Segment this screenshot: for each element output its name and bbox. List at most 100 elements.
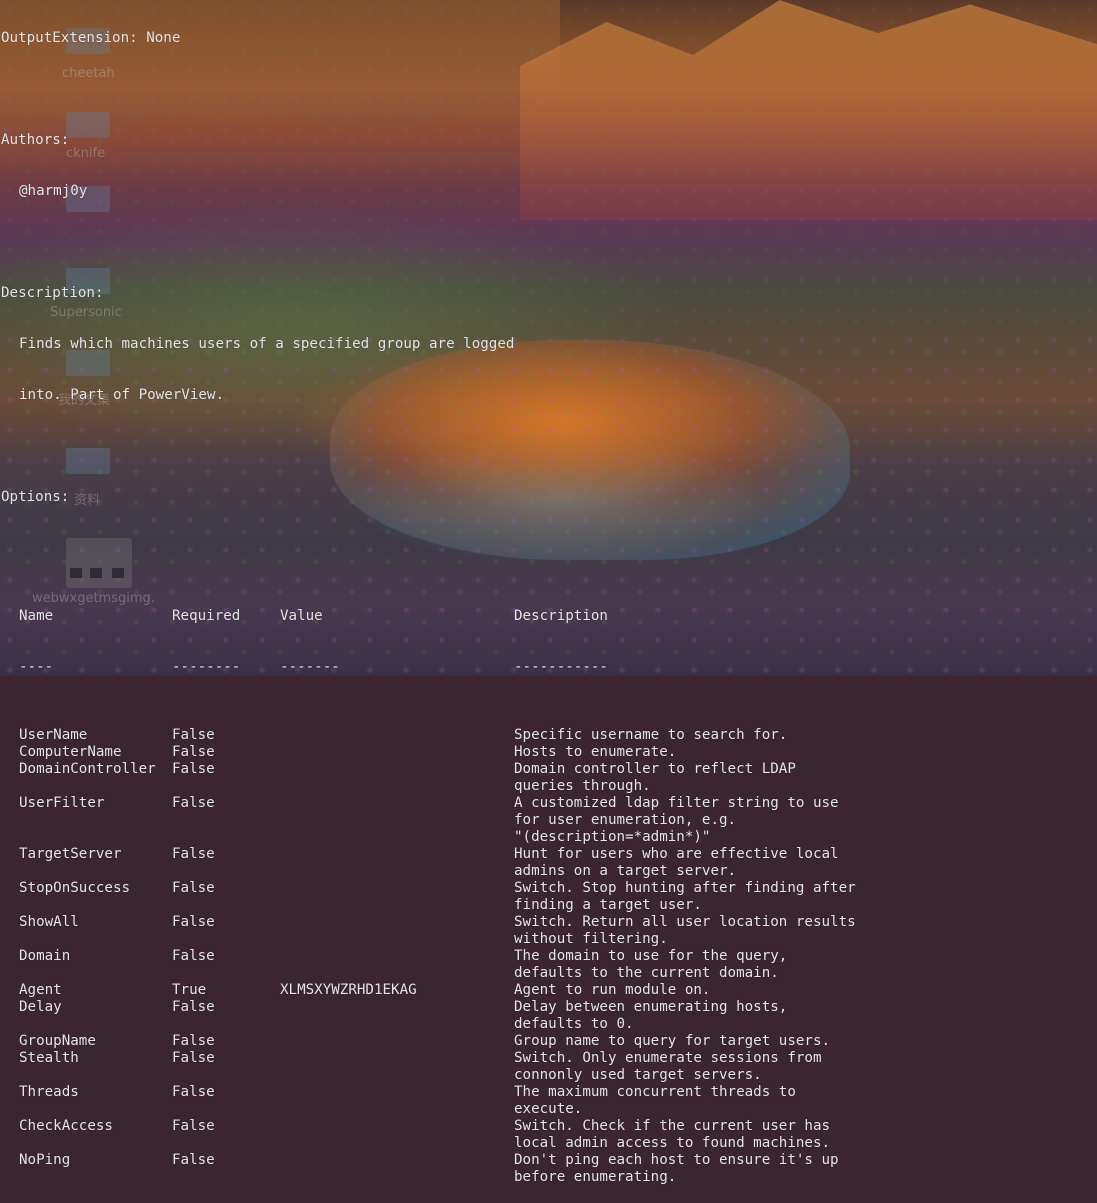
- option-row-computername: ComputerName False Hosts to enumerate.: [1, 744, 1097, 761]
- option-required: False: [172, 1152, 215, 1168]
- option-row-continuation: finding a target user.: [1, 897, 1097, 914]
- option-description: "(description=*admin*)": [514, 829, 711, 845]
- header-name: Name: [19, 608, 54, 624]
- option-description: Switch. Check if the current user has: [514, 1118, 831, 1134]
- option-description: A customized ldap filter string to use: [514, 795, 839, 811]
- option-description: admins on a target server.: [514, 863, 737, 879]
- option-value: XLMSXYWZRHD1EKAG: [280, 982, 417, 998]
- option-description: defaults to the current domain.: [514, 965, 779, 981]
- option-name: Stealth: [19, 1050, 79, 1066]
- option-row-continuation: queries through.: [1, 778, 1097, 795]
- option-row-line: Delay False Delay between enumerating host…: [1, 999, 1097, 1016]
- header-value: Value: [280, 608, 323, 624]
- option-description: Switch. Return all user location results: [514, 914, 856, 930]
- option-row-continuation: admins on a target server.: [1, 863, 1097, 880]
- option-required: False: [172, 880, 215, 896]
- option-row-continuation: for user enumeration, e.g.: [1, 812, 1097, 829]
- option-name: TargetServer: [19, 846, 122, 862]
- option-row-userfilter: UserFilter False A customized ldap filter …: [1, 795, 1097, 846]
- option-description: Don't ping each host to ensure it's up: [514, 1152, 839, 1168]
- option-name: NoPing: [19, 1152, 71, 1168]
- option-description: local admin access to found machines.: [514, 1135, 831, 1151]
- option-required: False: [172, 914, 215, 930]
- option-row-domaincontroller: DomainController False Domain controller t…: [1, 761, 1097, 795]
- option-required: False: [172, 999, 215, 1015]
- option-row-agent: Agent True XLMSXYWZRHD1EKAG Agent to run mo…: [1, 982, 1097, 999]
- underline-description: -----------: [514, 659, 608, 675]
- option-description: Delay between enumerating hosts,: [514, 999, 788, 1015]
- option-name: CheckAccess: [19, 1118, 113, 1134]
- option-row-checkaccess: CheckAccess False Switch. Check if the cur…: [1, 1118, 1097, 1152]
- option-row-domain: Domain False The domain to use for the que…: [1, 948, 1097, 982]
- option-name: Agent: [19, 982, 62, 998]
- description-line: into. Part of PowerView.: [19, 387, 224, 403]
- option-description: The maximum concurrent threads to: [514, 1084, 796, 1100]
- option-row-line: GroupName False Group name to query for ta…: [1, 1033, 1097, 1050]
- option-required: False: [172, 1033, 215, 1049]
- option-required: True: [172, 982, 207, 998]
- option-row-line: Threads False The maximum concurrent threa…: [1, 1084, 1097, 1101]
- option-description: Hunt for users who are effective local: [514, 846, 839, 862]
- option-row-line: TargetServer False Hunt for users who are …: [1, 846, 1097, 863]
- option-description: Domain controller to reflect LDAP: [514, 761, 796, 777]
- option-description: Agent to run module on.: [514, 982, 711, 998]
- option-row-delay: Delay False Delay between enumerating host…: [1, 999, 1097, 1033]
- option-row-continuation: defaults to 0.: [1, 1016, 1097, 1033]
- option-name: Domain: [19, 948, 71, 964]
- option-row-line: UserFilter False A customized ldap filter …: [1, 795, 1097, 812]
- description-line: Finds which machines users of a specifie…: [19, 336, 515, 352]
- option-name: GroupName: [19, 1033, 96, 1049]
- option-required: False: [172, 948, 215, 964]
- option-row-continuation: defaults to the current domain.: [1, 965, 1097, 982]
- option-description: before enumerating.: [514, 1169, 677, 1185]
- option-row-targetserver: TargetServer False Hunt for users who are …: [1, 846, 1097, 880]
- option-description: without filtering.: [514, 931, 668, 947]
- options-header-row: Name Required Value Description: [1, 608, 1097, 625]
- option-description: Group name to query for target users.: [514, 1033, 831, 1049]
- option-row-line: CheckAccess False Switch. Check if the cur…: [1, 1118, 1097, 1135]
- option-required: False: [172, 1050, 215, 1066]
- option-row-line: Domain False The domain to use for the que…: [1, 948, 1097, 965]
- option-row-line: Stealth False Switch. Only enumerate sessi…: [1, 1050, 1097, 1067]
- underline-required: --------: [172, 659, 241, 675]
- option-description: queries through.: [514, 778, 651, 794]
- option-required: False: [172, 761, 215, 777]
- options-table-body: UserName False Specific username to search…: [1, 727, 1097, 1186]
- option-row-continuation: connonly used target servers.: [1, 1067, 1097, 1084]
- option-required: False: [172, 795, 215, 811]
- description-label: Description:: [1, 285, 104, 301]
- option-name: DomainController: [19, 761, 156, 777]
- option-row-username: UserName False Specific username to search…: [1, 727, 1097, 744]
- option-name: ShowAll: [19, 914, 79, 930]
- option-row-line: Agent True XLMSXYWZRHD1EKAG Agent to run mo…: [1, 982, 1097, 999]
- option-row-continuation: local admin access to found machines.: [1, 1135, 1097, 1152]
- option-description: finding a target user.: [514, 897, 702, 913]
- option-required: False: [172, 846, 215, 862]
- option-name: Delay: [19, 999, 62, 1015]
- author-handle: @harmj0y: [19, 183, 88, 199]
- output-extension-line: OutputExtension: None: [1, 30, 181, 46]
- option-description: connonly used target servers.: [514, 1067, 762, 1083]
- terminal-output[interactable]: OutputExtension: None Authors: @harmj0y …: [1, 0, 1097, 1203]
- option-row-line: StopOnSuccess False Switch. Stop hunting a…: [1, 880, 1097, 897]
- underline-value: -------: [280, 659, 340, 675]
- option-row-threads: Threads False The maximum concurrent threa…: [1, 1084, 1097, 1118]
- option-row-continuation: "(description=*admin*)": [1, 829, 1097, 846]
- option-row-stoponsuccess: StopOnSuccess False Switch. Stop hunting a…: [1, 880, 1097, 914]
- option-description: Hosts to enumerate.: [514, 744, 677, 760]
- option-description: execute.: [514, 1101, 583, 1117]
- option-description: Switch. Only enumerate sessions from: [514, 1050, 822, 1066]
- option-description: for user enumeration, e.g.: [514, 812, 737, 828]
- option-name: ComputerName: [19, 744, 122, 760]
- option-row-line: NoPing False Don't ping each host to ensur…: [1, 1152, 1097, 1169]
- option-row-continuation: without filtering.: [1, 931, 1097, 948]
- option-row-line: ShowAll False Switch. Return all user loca…: [1, 914, 1097, 931]
- underline-name: ----: [19, 659, 54, 675]
- option-row-line: UserName False Specific username to search…: [1, 727, 1097, 744]
- option-description: Switch. Stop hunting after finding after: [514, 880, 856, 896]
- option-row-continuation: before enumerating.: [1, 1169, 1097, 1186]
- option-name: UserFilter: [19, 795, 105, 811]
